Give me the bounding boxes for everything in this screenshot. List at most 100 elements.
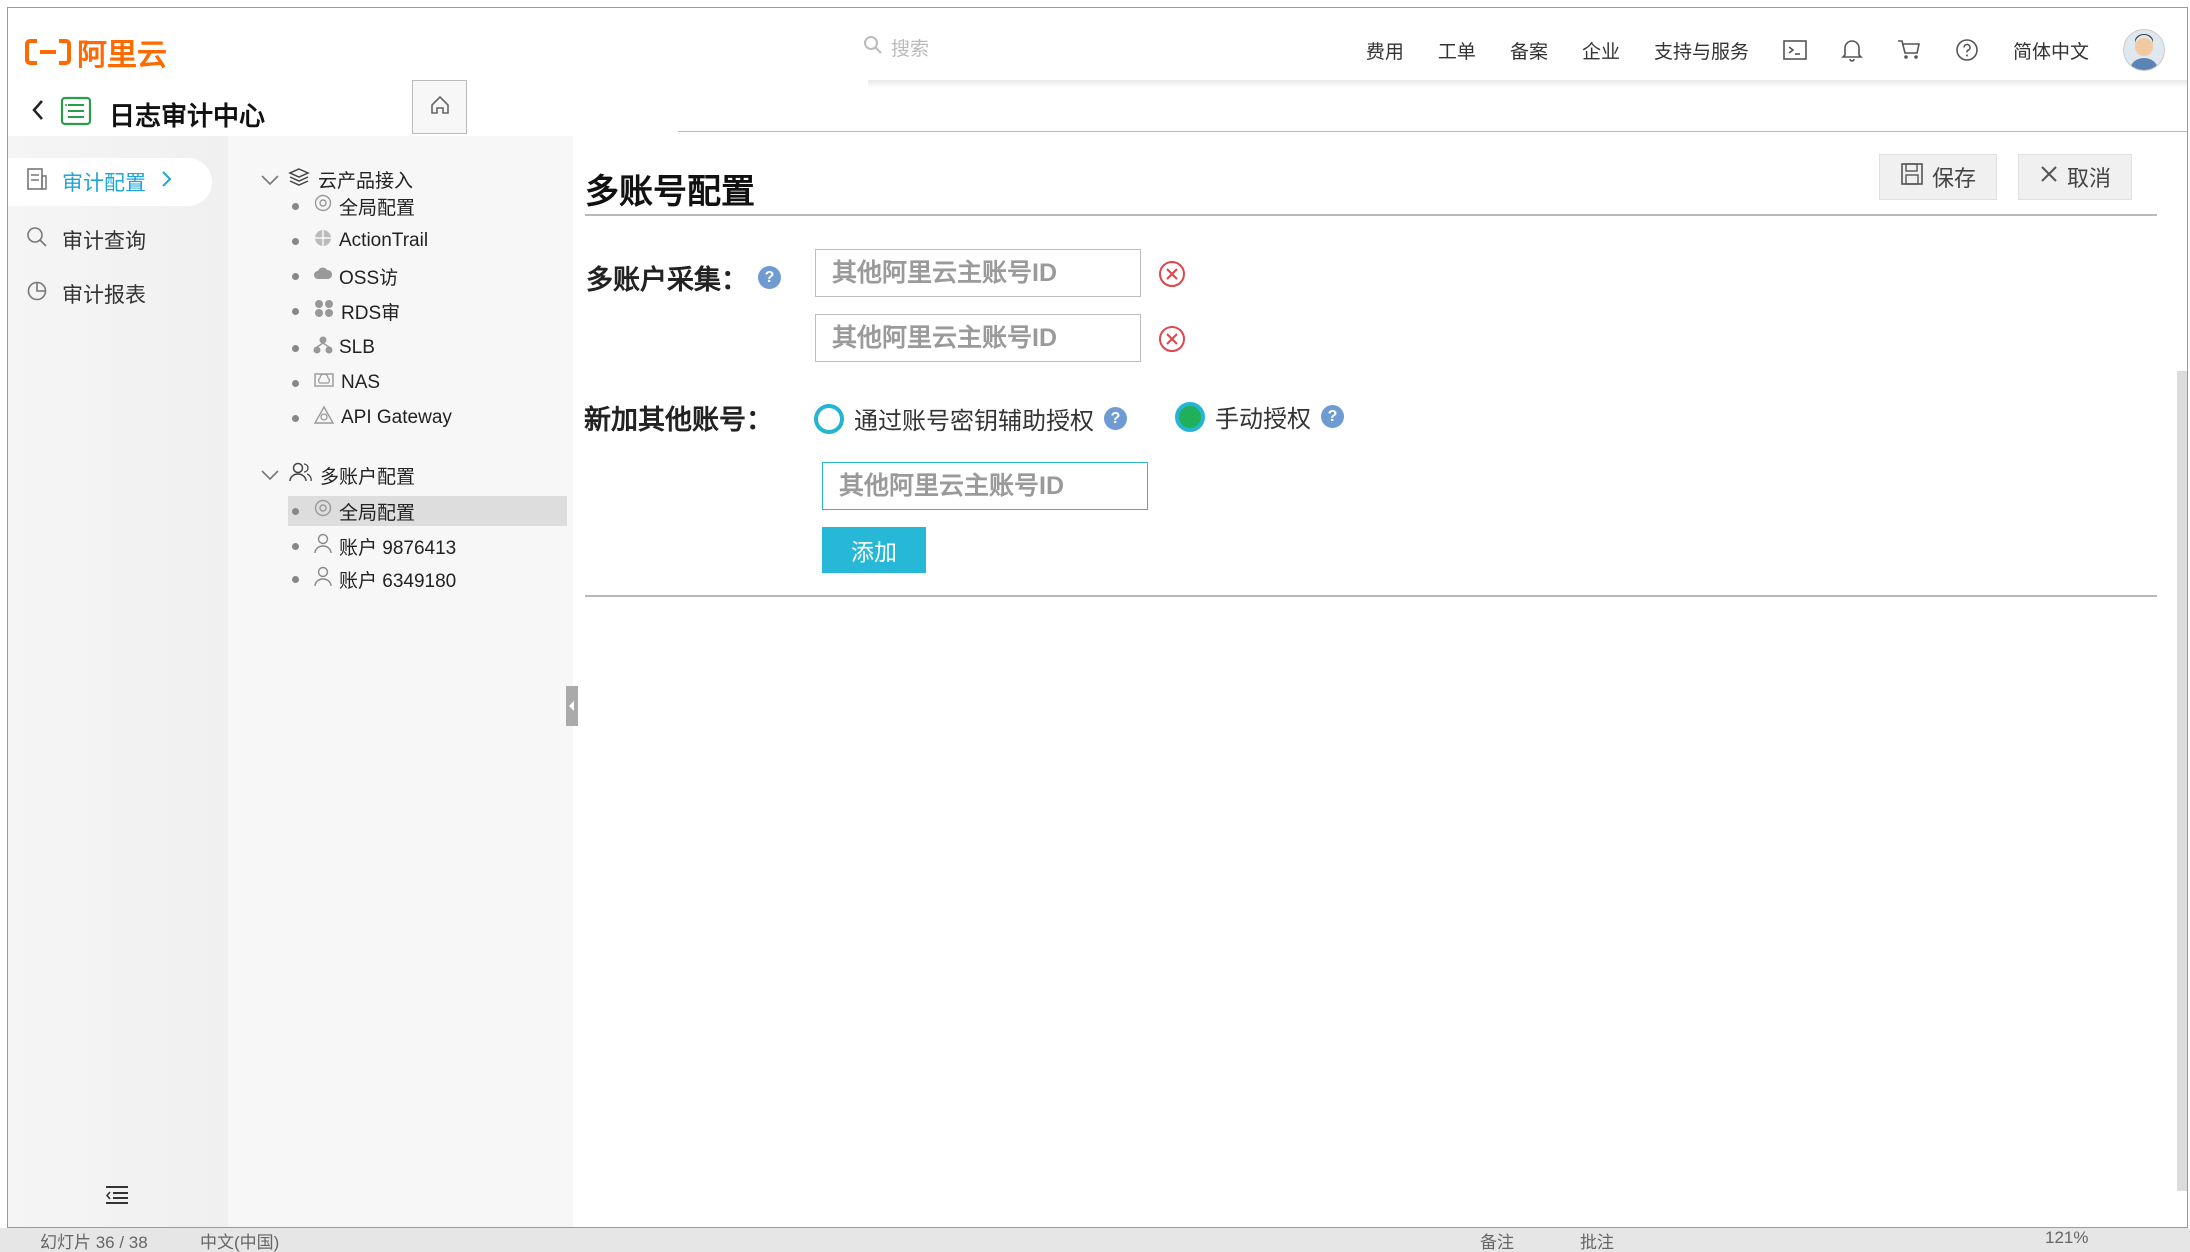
cancel-button[interactable]: 取消 bbox=[2018, 154, 2133, 200]
nav-support[interactable]: 支持与服务 bbox=[1654, 37, 1749, 64]
actiontrail-icon bbox=[313, 228, 333, 254]
chevron-down-icon[interactable] bbox=[260, 174, 280, 186]
pie-chart-icon bbox=[26, 280, 48, 308]
radio-button-selected[interactable] bbox=[1175, 401, 1205, 432]
collapse-menu-icon[interactable] bbox=[104, 1184, 130, 1211]
tree-item-global-config[interactable]: 全局配置 bbox=[288, 191, 415, 221]
app-window: 阿里云 搜索 费用 工单 备案 企业 支持与服务 简体中文 日志审计中心 审计配… bbox=[7, 7, 2188, 1228]
tree-group-cloud-products[interactable]: 云产品接入 bbox=[260, 166, 413, 193]
app-title: 日志审计中心 bbox=[109, 101, 266, 131]
tree-item-account-1[interactable]: 账户 9876413 bbox=[288, 531, 456, 561]
terminal-icon[interactable] bbox=[1783, 40, 1807, 60]
topbar-divider bbox=[868, 80, 2187, 88]
side-nav-audit-report[interactable]: 审计报表 bbox=[8, 270, 146, 318]
cancel-label: 取消 bbox=[2067, 166, 2112, 191]
logo[interactable]: 阿里云 bbox=[25, 30, 167, 74]
tree-group-label: 云产品接入 bbox=[318, 171, 414, 192]
radio-label: 手动授权 bbox=[1215, 406, 1311, 433]
panel-splitter-handle[interactable] bbox=[566, 686, 578, 726]
api-gateway-icon bbox=[313, 405, 335, 431]
account-id-input-1[interactable] bbox=[815, 249, 1141, 297]
notes-button[interactable]: 备注 bbox=[1480, 1228, 1514, 1252]
avatar[interactable] bbox=[2123, 29, 2165, 71]
cart-icon[interactable] bbox=[1897, 39, 1921, 61]
tree-item-label: SLB bbox=[339, 337, 375, 358]
account-id-input-2[interactable] bbox=[815, 314, 1141, 362]
nav-fee[interactable]: 费用 bbox=[1366, 37, 1404, 64]
save-button[interactable]: 保存 bbox=[1879, 154, 1998, 200]
tree-item-oss[interactable]: OSS访 bbox=[288, 261, 398, 291]
side-nav-label: 审计查询 bbox=[62, 230, 146, 253]
radio-button[interactable] bbox=[814, 403, 844, 434]
search-icon bbox=[863, 35, 883, 61]
tree-item-nas[interactable]: NAS bbox=[288, 368, 380, 398]
nav-enterprise[interactable]: 企业 bbox=[1582, 37, 1620, 64]
nav-icp[interactable]: 备案 bbox=[1510, 37, 1548, 64]
radio-key-auth[interactable]: 通过账号密钥辅助授权 ? bbox=[814, 401, 1127, 436]
tree-item-label: RDS审 bbox=[341, 302, 401, 324]
back-arrow-icon[interactable] bbox=[30, 98, 46, 127]
home-button[interactable] bbox=[412, 80, 467, 134]
remove-circle-icon[interactable] bbox=[1158, 260, 1186, 288]
tree-group-multi-account[interactable]: 多账户配置 bbox=[260, 461, 415, 489]
bullet bbox=[292, 414, 299, 422]
tree-item-label: API Gateway bbox=[341, 407, 452, 428]
bell-icon[interactable] bbox=[1841, 38, 1863, 62]
comments-button[interactable]: 批注 bbox=[1580, 1228, 1614, 1252]
user-icon bbox=[313, 532, 333, 560]
app-header: 日志审计中心 bbox=[8, 84, 463, 137]
status-bar: 幻灯片 36 / 38 中文(中国) 备注 批注 121% bbox=[0, 1228, 2190, 1252]
page-title: 多账号配置 bbox=[585, 173, 755, 211]
bullet bbox=[292, 272, 299, 280]
bullet bbox=[292, 379, 299, 387]
header-divider bbox=[678, 131, 2187, 132]
users-icon bbox=[288, 461, 312, 489]
tree-item-label: 全局配置 bbox=[339, 197, 416, 219]
tree-item-api-gateway[interactable]: API Gateway bbox=[288, 403, 452, 433]
save-icon bbox=[1900, 162, 1924, 192]
top-bar: 阿里云 搜索 费用 工单 备案 企业 支持与服务 简体中文 bbox=[8, 8, 2187, 80]
language-indicator: 中文(中国) bbox=[200, 1233, 280, 1252]
help-circle-icon[interactable] bbox=[1955, 38, 1979, 62]
tree-item-rds[interactable]: RDS审 bbox=[288, 296, 400, 326]
radio-manual-auth[interactable]: 手动授权 ? bbox=[1175, 399, 1344, 434]
remove-circle-icon[interactable] bbox=[1158, 325, 1186, 353]
chevron-down-icon[interactable] bbox=[260, 469, 280, 481]
side-nav-audit-query[interactable]: 审计查询 bbox=[8, 216, 146, 264]
search-box[interactable]: 搜索 bbox=[863, 34, 929, 61]
tree-item-account-2[interactable]: 账户 6349180 bbox=[288, 564, 456, 594]
slide-indicator: 幻灯片 36 / 38 bbox=[40, 1233, 148, 1252]
help-icon[interactable]: ? bbox=[1104, 407, 1127, 430]
help-icon[interactable]: ? bbox=[1321, 405, 1344, 428]
new-account-id-input[interactable] bbox=[822, 462, 1148, 510]
zoom-level: 121% bbox=[2045, 1228, 2089, 1247]
bullet bbox=[292, 542, 299, 550]
tree-item-label: 全局配置 bbox=[339, 502, 416, 524]
tree-panel: 云产品接入 全局配置 ActionTrail OSS访 RDS审 SLB NAS… bbox=[228, 136, 573, 1227]
bullet bbox=[292, 575, 299, 583]
bullet bbox=[292, 202, 299, 210]
add-button[interactable]: 添加 bbox=[822, 527, 926, 573]
tree-item-slb[interactable]: SLB bbox=[288, 333, 375, 363]
document-icon bbox=[26, 167, 48, 197]
save-label: 保存 bbox=[1932, 166, 1977, 191]
search-icon bbox=[26, 226, 48, 254]
log-audit-icon bbox=[60, 96, 92, 131]
tree-group-label: 多账户配置 bbox=[320, 466, 416, 488]
layers-icon bbox=[288, 167, 310, 193]
side-nav-label: 审计配置 bbox=[62, 172, 146, 195]
search-placeholder: 搜索 bbox=[891, 39, 930, 60]
tree-item-label: OSS访 bbox=[339, 267, 399, 289]
help-icon[interactable]: ? bbox=[758, 266, 781, 289]
database-cluster-icon bbox=[313, 298, 335, 324]
nav-ticket[interactable]: 工单 bbox=[1438, 37, 1476, 64]
scrollbar[interactable] bbox=[2177, 371, 2187, 1191]
chevron-right-icon bbox=[160, 169, 172, 195]
side-nav-audit-config[interactable]: 审计配置 bbox=[8, 158, 212, 206]
language-switch[interactable]: 简体中文 bbox=[2013, 37, 2089, 64]
home-icon bbox=[429, 94, 451, 121]
gear-icon bbox=[313, 193, 333, 219]
form-bottom-divider bbox=[585, 595, 2157, 597]
tree-item-actiontrail[interactable]: ActionTrail bbox=[288, 226, 428, 256]
tree-item-multi-global-config[interactable]: 全局配置 bbox=[288, 496, 567, 526]
